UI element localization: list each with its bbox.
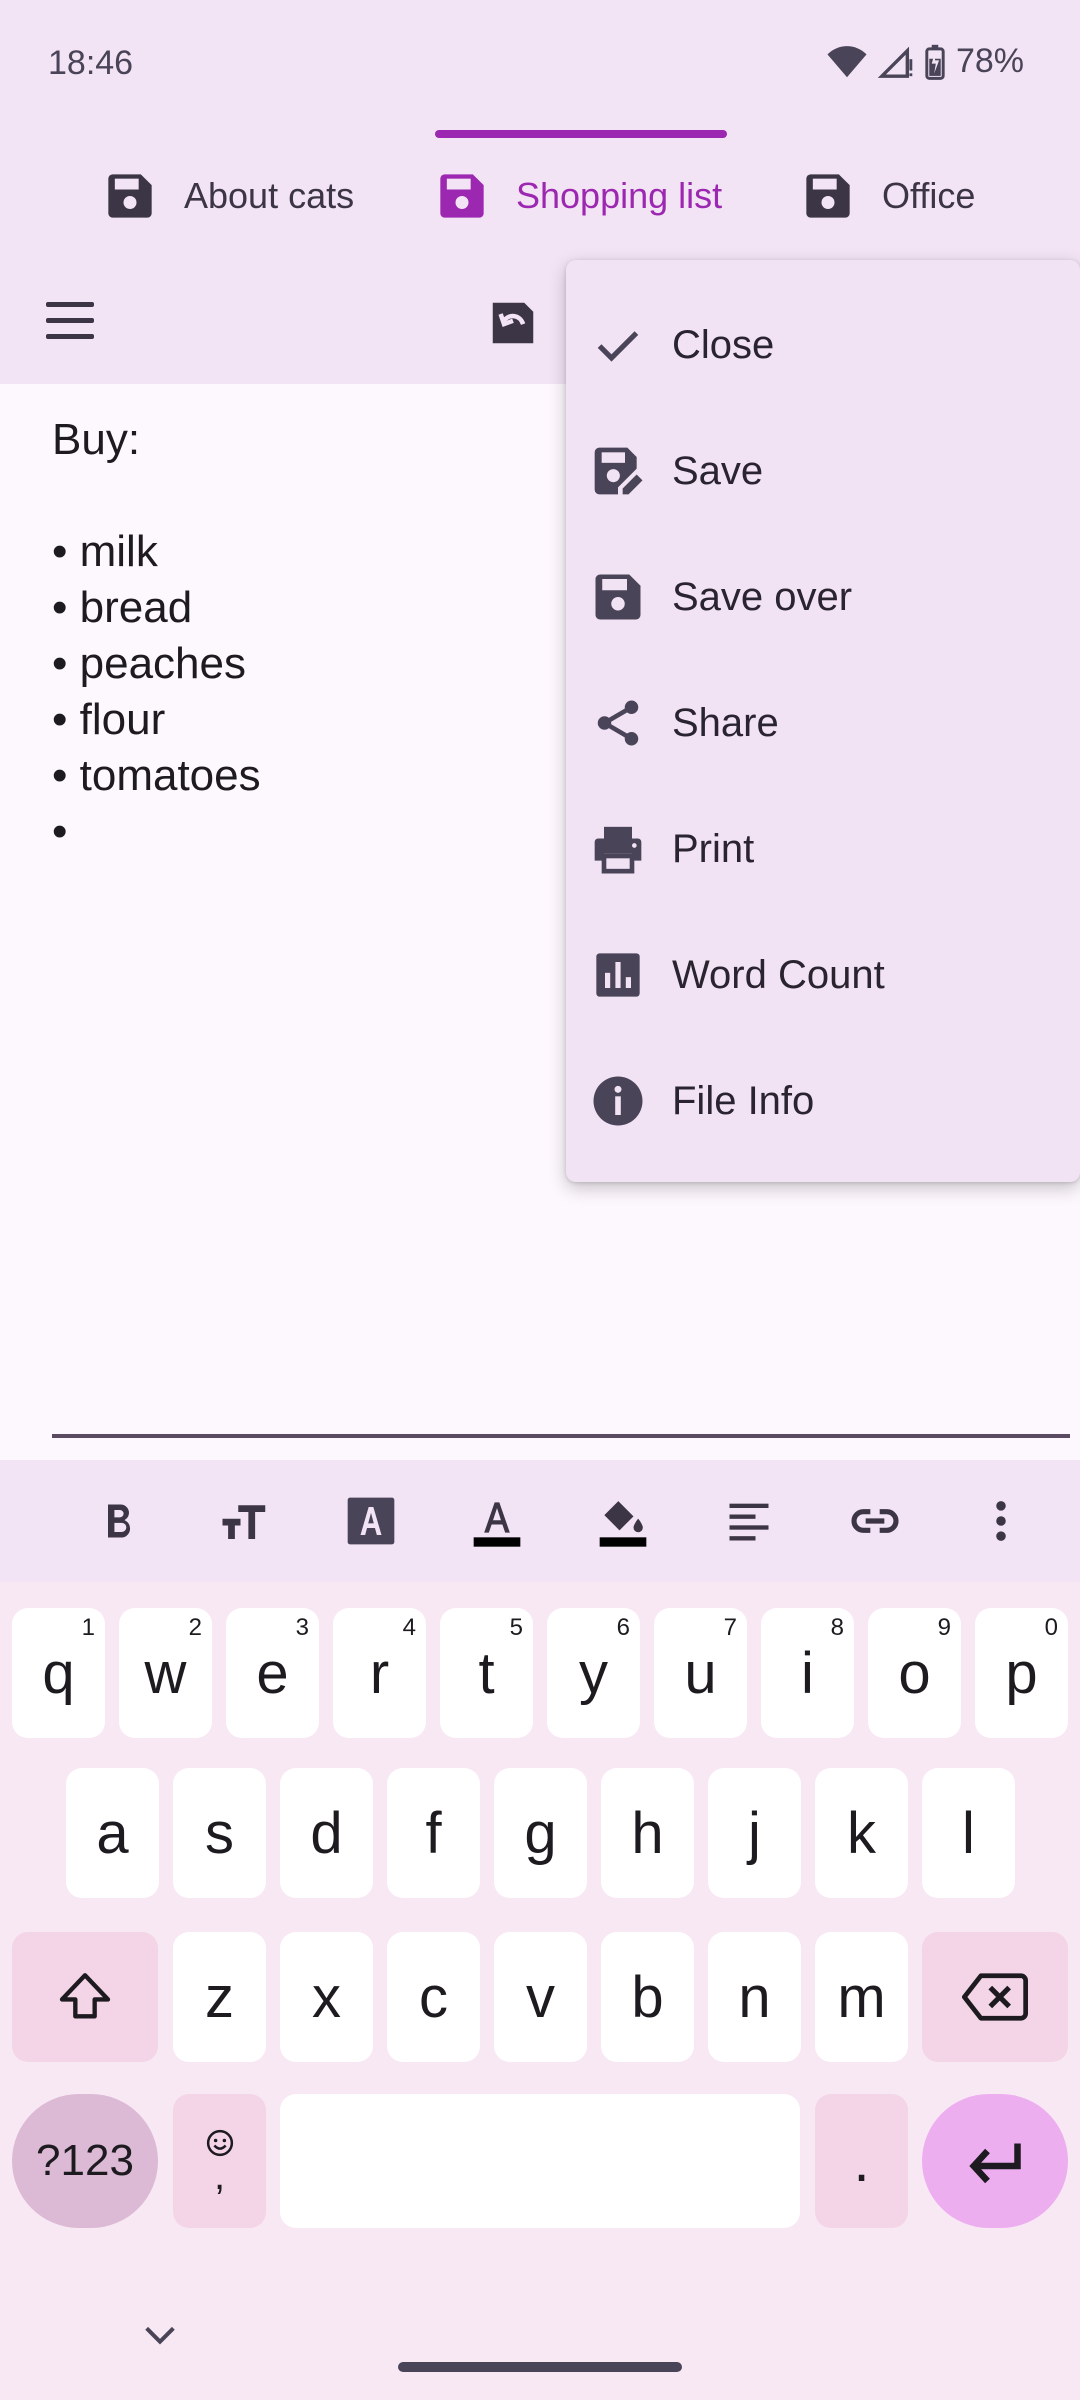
key-b[interactable]: b bbox=[601, 1932, 694, 2062]
format-toolbar bbox=[0, 1460, 1080, 1582]
key-g[interactable]: g bbox=[494, 1768, 587, 1898]
soft-keyboard: q1 w2 e3 r4 t5 y6 u7 i8 o9 p0 a s d f g … bbox=[0, 1582, 1080, 2400]
key-o[interactable]: o9 bbox=[868, 1608, 961, 1738]
key-z[interactable]: z bbox=[173, 1932, 266, 2062]
menu-item-share[interactable]: Share bbox=[566, 660, 1080, 786]
key-a[interactable]: a bbox=[66, 1768, 159, 1898]
bar-chart-icon bbox=[590, 947, 646, 1003]
status-bar: 18:46 78% bbox=[0, 0, 1080, 130]
key-c[interactable]: c bbox=[387, 1932, 480, 2062]
backspace-key[interactable] bbox=[922, 1932, 1068, 2062]
key-d[interactable]: d bbox=[280, 1768, 373, 1898]
overflow-menu: Close Save Save over Share Print Word Co… bbox=[566, 260, 1080, 1182]
key-i[interactable]: i8 bbox=[761, 1608, 854, 1738]
menu-item-file-info[interactable]: File Info bbox=[566, 1038, 1080, 1164]
key-j[interactable]: j bbox=[708, 1768, 801, 1898]
menu-item-word-count[interactable]: Word Count bbox=[566, 912, 1080, 1038]
document-tabs: About cats Shopping list Office bbox=[0, 130, 1080, 262]
key-s[interactable]: s bbox=[173, 1768, 266, 1898]
menu-item-label: Save bbox=[672, 448, 764, 493]
save-icon bbox=[108, 174, 152, 218]
battery-icon bbox=[925, 44, 945, 80]
home-indicator[interactable] bbox=[398, 2362, 682, 2372]
text-size-icon[interactable] bbox=[214, 1490, 276, 1552]
key-l[interactable]: l bbox=[922, 1768, 1015, 1898]
menu-icon[interactable] bbox=[46, 302, 100, 346]
tab-office[interactable]: Office bbox=[802, 130, 975, 262]
menu-item-save-over[interactable]: Save over bbox=[566, 534, 1080, 660]
menu-item-label: Close bbox=[672, 322, 775, 367]
key-k[interactable]: k bbox=[815, 1768, 908, 1898]
status-time: 18:46 bbox=[48, 44, 134, 82]
chevron-down-icon[interactable] bbox=[140, 2320, 180, 2350]
text-style-icon[interactable] bbox=[340, 1490, 402, 1552]
save-icon bbox=[440, 174, 484, 218]
bold-icon[interactable] bbox=[88, 1490, 150, 1552]
link-icon[interactable] bbox=[844, 1490, 906, 1552]
key-q[interactable]: q1 bbox=[12, 1608, 105, 1738]
key-w[interactable]: w2 bbox=[119, 1608, 212, 1738]
status-icons: 78% bbox=[826, 42, 1024, 81]
tab-about-cats[interactable]: About cats bbox=[104, 130, 354, 262]
align-icon[interactable] bbox=[718, 1490, 780, 1552]
undo-icon[interactable] bbox=[486, 296, 540, 350]
more-vert-icon[interactable] bbox=[970, 1490, 1032, 1552]
menu-item-label: Word Count bbox=[672, 952, 885, 997]
shift-key[interactable] bbox=[12, 1932, 158, 2062]
save-edit-icon bbox=[590, 443, 646, 499]
print-icon bbox=[590, 821, 646, 877]
signal-icon bbox=[877, 46, 913, 78]
key-f[interactable]: f bbox=[387, 1768, 480, 1898]
key-y[interactable]: y6 bbox=[547, 1608, 640, 1738]
key-m[interactable]: m bbox=[815, 1932, 908, 2062]
save-icon bbox=[806, 174, 850, 218]
info-icon bbox=[590, 1073, 646, 1129]
highlight-icon[interactable] bbox=[592, 1490, 654, 1552]
menu-item-label: File Info bbox=[672, 1078, 815, 1123]
tab-label: About cats bbox=[184, 175, 355, 216]
key-u[interactable]: u7 bbox=[654, 1608, 747, 1738]
menu-item-label: Save over bbox=[672, 574, 853, 619]
key-p[interactable]: p0 bbox=[975, 1608, 1068, 1738]
emoji-comma-key[interactable]: , bbox=[173, 2094, 266, 2228]
tab-shopping-list[interactable]: Shopping list bbox=[436, 130, 722, 262]
enter-key[interactable] bbox=[922, 2094, 1068, 2228]
symbols-key[interactable]: ?123 bbox=[12, 2094, 158, 2228]
key-e[interactable]: e3 bbox=[226, 1608, 319, 1738]
shift-icon bbox=[59, 1973, 111, 2019]
backspace-icon bbox=[962, 1973, 1028, 2021]
menu-item-close[interactable]: Close bbox=[566, 282, 1080, 408]
key-r[interactable]: r4 bbox=[333, 1608, 426, 1738]
tab-label: Office bbox=[882, 175, 976, 216]
share-icon bbox=[590, 695, 646, 751]
tab-label: Shopping list bbox=[516, 175, 723, 216]
period-key[interactable]: . bbox=[815, 2094, 908, 2228]
editor-underline bbox=[52, 1434, 1070, 1438]
menu-item-label: Share bbox=[672, 700, 779, 745]
menu-item-print[interactable]: Print bbox=[566, 786, 1080, 912]
key-n[interactable]: n bbox=[708, 1932, 801, 2062]
menu-item-label: Print bbox=[672, 826, 755, 871]
key-t[interactable]: t5 bbox=[440, 1608, 533, 1738]
key-v[interactable]: v bbox=[494, 1932, 587, 2062]
key-h[interactable]: h bbox=[601, 1768, 694, 1898]
editor-text[interactable]: Buy: • milk • bread • peaches • flour • … bbox=[52, 412, 261, 860]
text-color-icon[interactable] bbox=[466, 1490, 528, 1552]
save-icon bbox=[590, 569, 646, 625]
key-x[interactable]: x bbox=[280, 1932, 373, 2062]
menu-item-save[interactable]: Save bbox=[566, 408, 1080, 534]
check-icon bbox=[590, 317, 646, 373]
wifi-icon bbox=[827, 45, 867, 77]
space-key[interactable] bbox=[280, 2094, 800, 2228]
enter-icon bbox=[969, 2143, 1021, 2184]
battery-percent: 78% bbox=[955, 42, 1024, 80]
